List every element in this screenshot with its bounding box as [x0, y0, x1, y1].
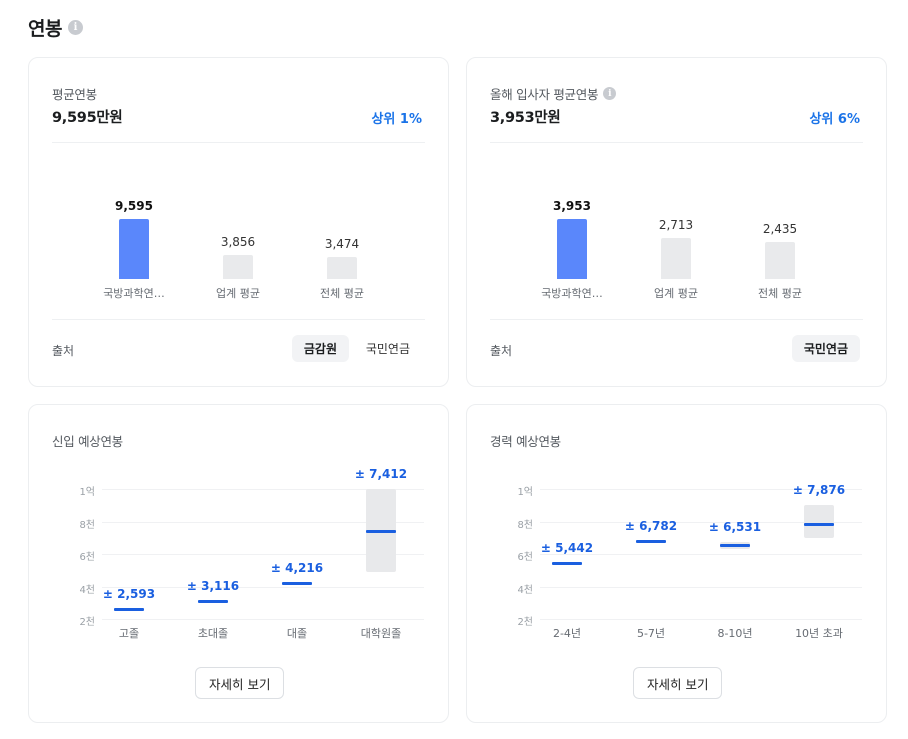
bar-category-label: 업계 평균: [216, 287, 260, 300]
new-hire-salary-amount: 3,953만원: [490, 110, 561, 126]
divider: [490, 319, 863, 320]
salary-bar: [119, 219, 149, 279]
bar-category-label: 전체 평균: [320, 287, 364, 300]
bar-category-label: 국방과학연…: [541, 287, 603, 300]
career-detail-button[interactable]: 자세히 보기: [633, 667, 723, 699]
career-salary-card: 경력 예상연봉 1억 8천 6천 4천 2천 ± 5,442 2-4년 ± 6,782 5-7년…: [466, 404, 887, 723]
source-label: 출처: [490, 344, 513, 358]
bar-category-label: 국방과학연…: [103, 287, 165, 300]
new-hire-salary-label: 올해 입사자 평균연봉 i: [490, 84, 617, 103]
salary-value-label: ± 6,531: [708, 519, 762, 534]
x-axis-label: 대학원졸: [360, 627, 402, 640]
divider: [490, 142, 863, 143]
salary-value-label: ± 6,782: [624, 519, 678, 534]
new-hire-salary-card: 올해 입사자 평균연봉 i 3,953만원 상위 6% 출처 국민연금 3,95…: [466, 57, 887, 387]
salary-bar: [223, 255, 253, 279]
salary-value-label: ± 3,116: [186, 578, 240, 593]
salary-range-box: [804, 505, 834, 538]
salary-marker: [114, 608, 144, 612]
average-salary-card: 평균연봉 9,595만원 상위 1% 출처 금감원 국민연금 9,595 국방과학…: [28, 57, 449, 387]
y-tick-label: 6천: [79, 552, 95, 563]
salary-bar: [661, 238, 691, 279]
source-label: 출처: [52, 344, 75, 358]
bar-value-label: 2,435: [762, 222, 798, 236]
salary-marker: [198, 599, 228, 603]
entry-detail-button[interactable]: 자세히 보기: [195, 667, 285, 699]
info-icon[interactable]: i: [603, 87, 617, 100]
salary-bar: [557, 219, 587, 279]
x-axis-label: 고졸: [118, 627, 140, 640]
salary-marker: [366, 530, 396, 534]
source-nps-button[interactable]: 국민연금: [791, 335, 860, 362]
x-axis-label: 대졸: [286, 627, 308, 640]
y-tick-label: 4천: [517, 584, 533, 596]
divider: [52, 319, 425, 320]
bar-value-label: 3,953: [553, 199, 591, 213]
x-axis-label: 5-7년: [636, 627, 666, 640]
salary-value-label: ± 7,412: [354, 467, 408, 481]
average-salary-rank: 상위 1%: [371, 112, 422, 127]
x-axis-label: 8-10년: [717, 627, 753, 640]
bar-category-label: 전체 평균: [758, 287, 802, 300]
y-tick-label: 8천: [517, 519, 533, 531]
grid-line: [540, 586, 862, 588]
average-salary-label-text: 평균연봉: [52, 87, 97, 102]
salary-marker: [552, 562, 582, 566]
x-axis-label: 10년 초과: [795, 627, 843, 640]
salary-bar: [327, 257, 357, 279]
salary-marker: [720, 544, 750, 548]
grid-line: [102, 619, 424, 620]
y-tick-label: 1억: [517, 487, 533, 498]
average-salary-amount: 9,595만원: [52, 110, 123, 126]
y-tick-label: 8천: [79, 519, 95, 531]
salary-bar: [765, 242, 795, 279]
page-header: 연봉 i: [28, 14, 83, 41]
divider: [52, 142, 425, 143]
salary-marker: [282, 581, 312, 585]
bar-category-label: 업계 평균: [654, 287, 698, 300]
new-hire-salary-label-text: 올해 입사자 평균연봉: [490, 87, 599, 102]
salary-marker: [636, 540, 666, 544]
salary-value-label: ± 5,442: [540, 541, 594, 556]
salary-marker: [804, 522, 834, 526]
info-icon[interactable]: i: [67, 20, 83, 35]
bar-value-label: 2,713: [658, 218, 694, 232]
salary-value-label: ± 2,593: [102, 587, 156, 602]
source-nps-button[interactable]: 국민연금: [354, 335, 422, 362]
salary-value-label: ± 4,216: [270, 560, 324, 575]
average-salary-label: 평균연봉: [52, 84, 97, 103]
bar-value-label: 3,474: [324, 237, 360, 251]
x-axis-label: 2-4년: [552, 627, 582, 640]
salary-value-label: ± 7,876: [792, 483, 846, 498]
bar-value-label: 3,856: [220, 235, 256, 249]
x-axis-label: 초대졸: [197, 627, 229, 640]
source-fss-button[interactable]: 금감원: [291, 335, 349, 362]
bar-value-label: 9,595: [115, 199, 153, 213]
page-title: 연봉: [28, 18, 62, 40]
y-tick-label: 1억: [79, 487, 95, 498]
entry-salary-card: 신입 예상연봉 1억 8천 6천 4천 2천 ± 2,593 고졸 ± 3,116 초대졸 ± 4…: [28, 404, 449, 723]
grid-line: [540, 619, 862, 620]
new-hire-salary-rank: 상위 6%: [809, 112, 860, 127]
